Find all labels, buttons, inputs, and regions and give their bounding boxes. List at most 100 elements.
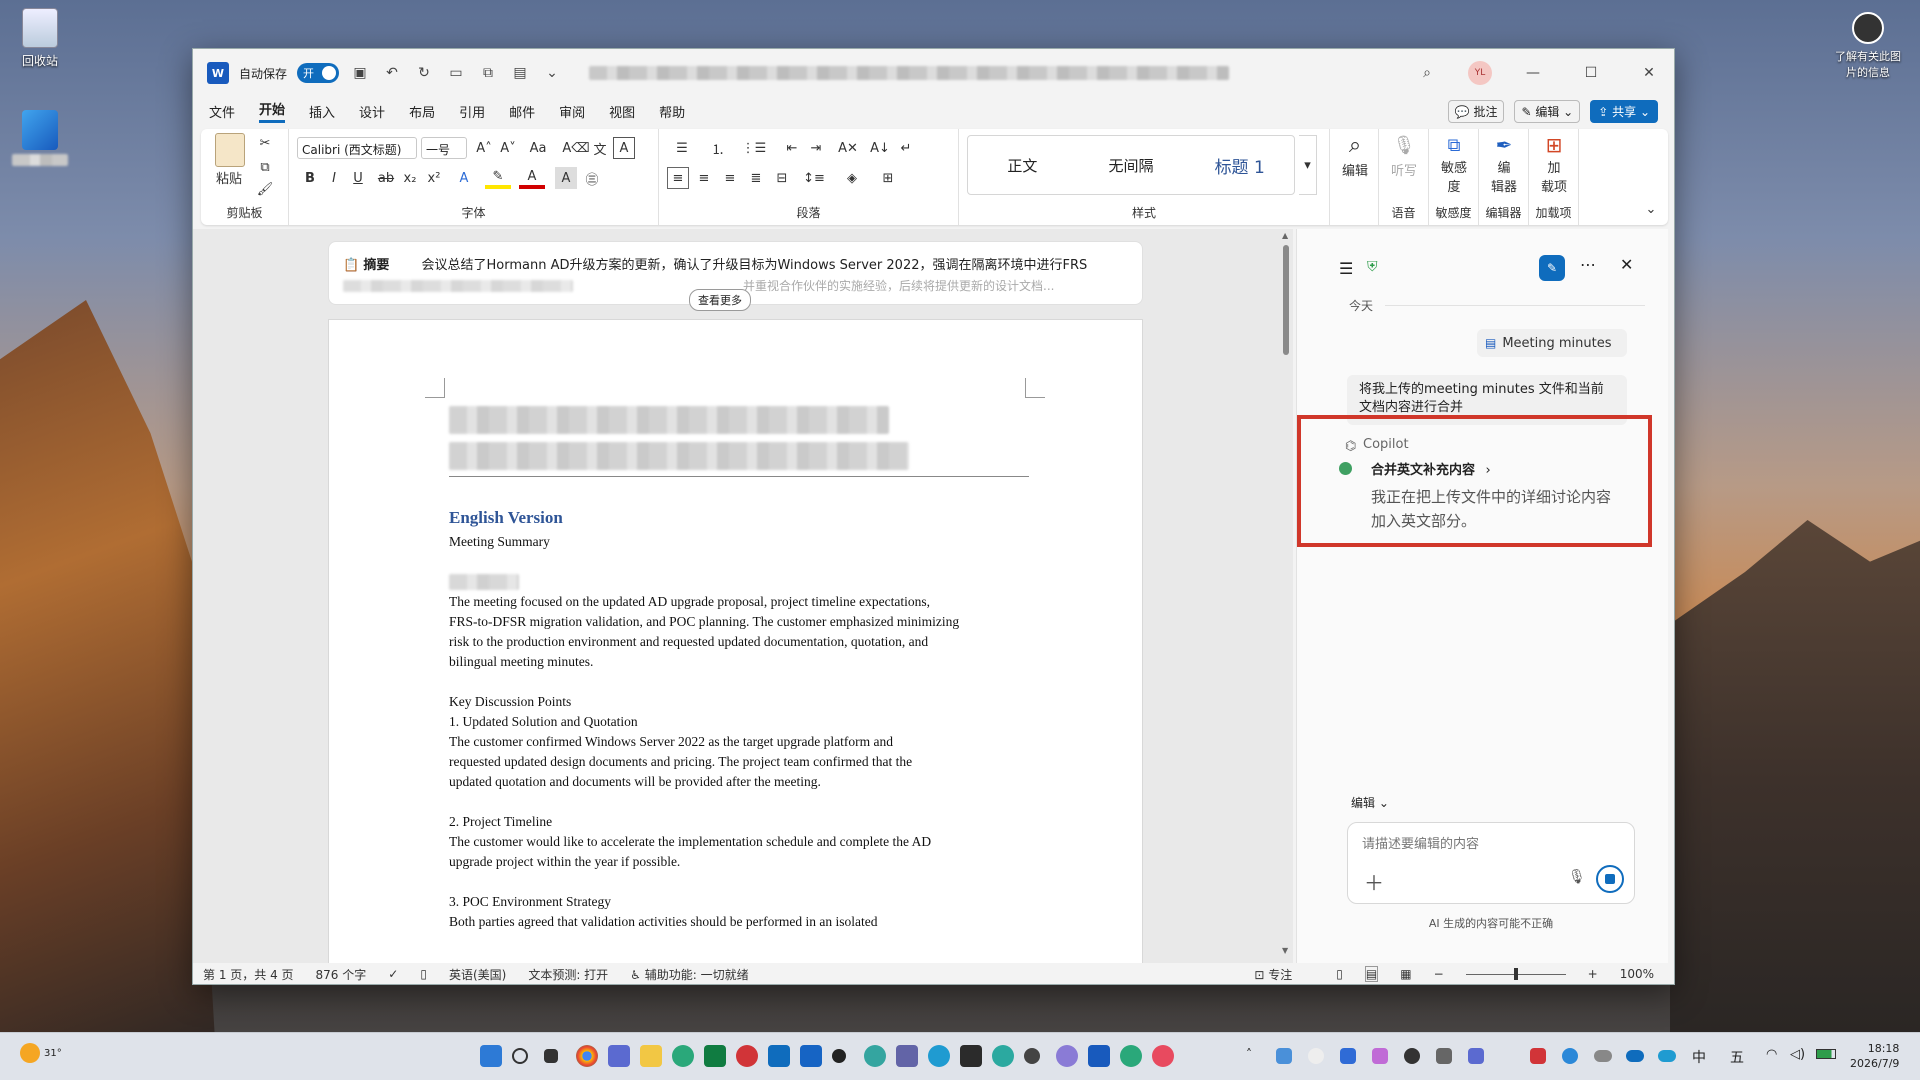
font-color-icon[interactable]: A: [519, 167, 545, 189]
addins-label[interactable]: 加 载项: [1533, 161, 1575, 195]
style-heading-1[interactable]: 标题 1: [1185, 153, 1294, 178]
addins-grid-icon[interactable]: ⊞: [1541, 131, 1567, 159]
change-case-icon[interactable]: Aa: [523, 137, 553, 159]
menu-view[interactable]: 视图: [609, 102, 635, 121]
app-icon-6[interactable]: [1056, 1045, 1078, 1067]
align-left-icon[interactable]: ≡: [667, 167, 689, 189]
paste-icon[interactable]: [215, 133, 245, 167]
new-doc-icon[interactable]: ▭: [445, 62, 467, 84]
stop-generation-button[interactable]: [1596, 865, 1624, 893]
style-no-spacing[interactable]: 无间隔: [1077, 155, 1186, 176]
align-center-icon[interactable]: ≡: [693, 167, 715, 189]
read-mode-icon[interactable]: ▯: [1336, 967, 1343, 981]
text-prediction[interactable]: 文本预测: 打开: [528, 966, 608, 983]
more-options-icon[interactable]: ⋯: [1580, 255, 1596, 274]
save-icon[interactable]: ▣: [349, 62, 371, 84]
web-layout-icon[interactable]: ▦: [1400, 967, 1411, 981]
menu-design[interactable]: 设计: [359, 102, 385, 121]
minimize-icon[interactable]: —: [1522, 62, 1544, 84]
document-page[interactable]: English Version Meeting Summary The meeti…: [328, 319, 1143, 963]
scroll-down-icon[interactable]: ▼: [1282, 946, 1288, 955]
text-effects-icon[interactable]: A: [451, 167, 477, 189]
volume-icon[interactable]: ◁): [1790, 1047, 1805, 1062]
maximize-icon[interactable]: ☐: [1580, 62, 1602, 84]
paste-label[interactable]: 粘贴: [211, 169, 247, 187]
char-shading-icon[interactable]: A: [555, 167, 577, 189]
zoom-level[interactable]: 100%: [1620, 967, 1654, 981]
tray-icon-5[interactable]: [1404, 1048, 1420, 1064]
language-indicator[interactable]: 英语(美国): [449, 966, 506, 983]
distributed-icon[interactable]: ⊟: [771, 167, 793, 189]
strikethrough-icon[interactable]: ab: [375, 167, 397, 189]
editor-label[interactable]: 编 辑器: [1483, 161, 1525, 195]
sensitivity-icon[interactable]: ⧉: [1441, 131, 1467, 159]
accessibility-status[interactable]: ♿ 辅助功能: 一切就绪: [630, 966, 770, 983]
menu-layout[interactable]: 布局: [409, 102, 435, 121]
word-taskbar-icon[interactable]: [1088, 1045, 1110, 1067]
ime-language[interactable]: 中: [1692, 1047, 1706, 1067]
redo-icon[interactable]: ↻: [413, 62, 435, 84]
microphone-icon[interactable]: 🎙: [1391, 131, 1417, 159]
outlook-icon[interactable]: [768, 1045, 790, 1067]
user-avatar[interactable]: YL: [1468, 61, 1492, 85]
align-right-icon[interactable]: ≡: [719, 167, 741, 189]
format-painter-icon[interactable]: 🖌: [255, 179, 275, 199]
tray-icon-9[interactable]: [1562, 1048, 1578, 1064]
ime-mode[interactable]: 五: [1730, 1047, 1744, 1067]
copilot-input-placeholder[interactable]: 请描述要编辑的内容: [1362, 833, 1479, 852]
see-more-button[interactable]: 查看更多: [689, 289, 751, 311]
justify-icon[interactable]: ≣: [745, 167, 767, 189]
subscript-icon[interactable]: x₂: [399, 167, 421, 189]
edge-dev-icon[interactable]: [864, 1045, 886, 1067]
customize-qat-icon[interactable]: ⌄: [541, 62, 563, 84]
menu-file[interactable]: 文件: [209, 102, 235, 121]
battery-icon[interactable]: [1816, 1049, 1836, 1059]
tray-icon-2[interactable]: [1308, 1048, 1324, 1064]
cloud-icon[interactable]: [1594, 1050, 1612, 1062]
autosave-toggle[interactable]: 开: [297, 63, 340, 83]
wifi-icon[interactable]: ◠: [1766, 1047, 1777, 1062]
search-icon[interactable]: ⌕: [1416, 62, 1438, 84]
multilevel-list-icon[interactable]: ⋮☰: [739, 137, 769, 159]
undo-icon[interactable]: ↶: [381, 62, 403, 84]
copilot-close-icon[interactable]: ✕: [1620, 255, 1633, 274]
task-view-icon[interactable]: [544, 1049, 558, 1063]
copy-icon[interactable]: ⧉: [255, 157, 275, 177]
zoom-in-icon[interactable]: +: [1588, 967, 1598, 981]
editor-pen-icon[interactable]: ✒: [1491, 131, 1517, 159]
tray-icon-6[interactable]: [1436, 1048, 1452, 1064]
clock[interactable]: 18:18 2026/7/9: [1850, 1041, 1899, 1071]
italic-icon[interactable]: I: [323, 167, 345, 189]
tray-icon-7[interactable]: [1468, 1048, 1484, 1064]
char-border-icon[interactable]: A: [613, 137, 635, 159]
zoom-slider[interactable]: [1465, 967, 1566, 980]
app-icon-2[interactable]: [736, 1045, 758, 1067]
line-spacing-icon[interactable]: ↕≡: [799, 167, 829, 189]
proofing-icon[interactable]: ✓: [388, 967, 398, 981]
edge-icon[interactable]: [672, 1045, 694, 1067]
ribbon-collapse-icon[interactable]: ⌄: [1641, 199, 1661, 219]
tray-icon-1[interactable]: [1276, 1048, 1292, 1064]
styles-more-icon[interactable]: ▾: [1299, 135, 1317, 195]
new-chat-icon[interactable]: ✎: [1539, 255, 1565, 281]
zoom-slider-thumb[interactable]: [1513, 967, 1518, 980]
edge-canary-icon[interactable]: [992, 1045, 1014, 1067]
enclose-char-icon[interactable]: ㊂: [581, 167, 603, 189]
outlook-new-icon[interactable]: [800, 1045, 822, 1067]
increase-indent-icon[interactable]: ⇥: [805, 137, 827, 159]
find-icon[interactable]: ⌕: [1340, 131, 1370, 159]
sort-icon[interactable]: A↓: [869, 137, 891, 159]
word-shortcut[interactable]: [0, 110, 80, 166]
app-icon-5[interactable]: [1024, 1048, 1040, 1064]
menu-home[interactable]: 开始: [259, 99, 286, 123]
dictate-label[interactable]: 听写: [1383, 161, 1425, 179]
menu-references[interactable]: 引用: [459, 102, 485, 121]
excel-icon[interactable]: [704, 1045, 726, 1067]
search-taskbar-icon[interactable]: [512, 1048, 528, 1064]
copilot-taskbar-icon[interactable]: [1152, 1045, 1174, 1067]
zoom-out-icon[interactable]: −: [1434, 967, 1444, 981]
edge-taskbar-icon-2[interactable]: [1120, 1045, 1142, 1067]
borders-icon[interactable]: ⊞: [873, 167, 903, 189]
tray-icon-8[interactable]: [1530, 1048, 1546, 1064]
start-icon[interactable]: [480, 1045, 502, 1067]
